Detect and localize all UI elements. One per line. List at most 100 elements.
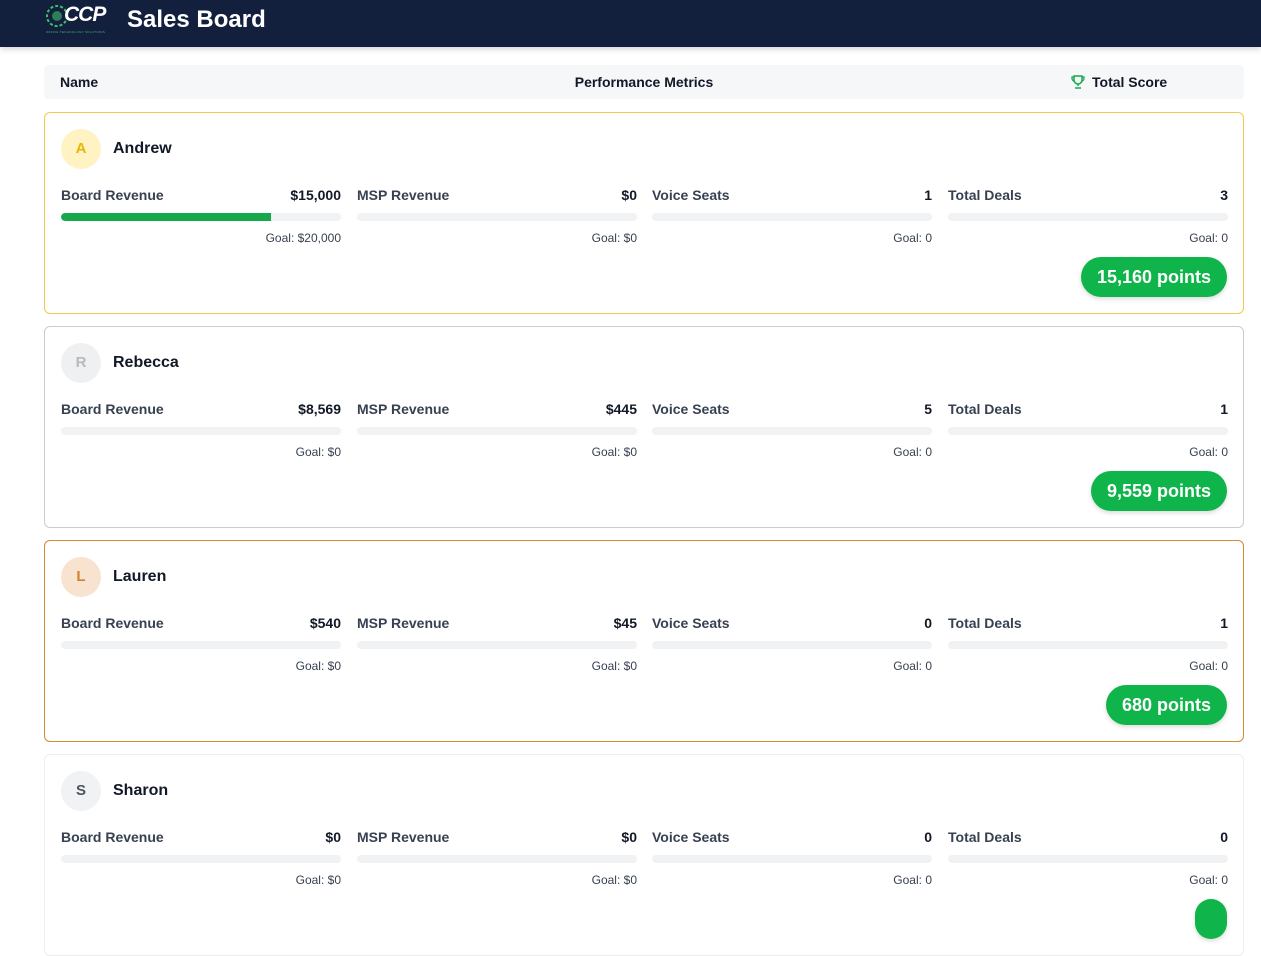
progress-bar	[652, 213, 932, 221]
metric-goal: Goal: $20,000	[265, 231, 341, 245]
metric-goal: Goal: 0	[893, 659, 932, 673]
rep-card[interactable]: R Rebecca Board Revenue $8,569 Goal: $0 MSP R…	[44, 326, 1244, 528]
points-badge: 15,160 points	[1080, 257, 1227, 297]
progress-bar	[652, 427, 932, 435]
top-navbar: CCP OFFICE TECHNOLOGY SOLUTIONS Sales Bo…	[0, 0, 1261, 47]
metric-value: 1	[1220, 401, 1228, 417]
metric-msp-revenue: MSP Revenue $445 Goal: $0	[357, 401, 637, 461]
metric-goal: Goal: $0	[295, 873, 341, 887]
points-badge: 680 points	[1105, 685, 1227, 725]
metric-goal: Goal: 0	[1189, 445, 1228, 459]
progress-bar	[357, 213, 637, 221]
metric-value: 3	[1220, 187, 1228, 203]
metric-goal: Goal: 0	[893, 445, 932, 459]
metric-voice-seats: Voice Seats 5 Goal: 0	[652, 401, 932, 461]
progress-bar	[357, 427, 637, 435]
progress-bar	[61, 427, 341, 435]
rep-name: Rebecca	[113, 354, 179, 371]
metric-board-revenue: Board Revenue $0 Goal: $0	[61, 829, 341, 889]
progress-bar	[61, 641, 341, 649]
metric-value: 1	[924, 187, 932, 203]
metric-label: Board Revenue	[61, 615, 164, 631]
metric-goal: Goal: 0	[1189, 659, 1228, 673]
avatar: S	[61, 771, 101, 811]
rep-card[interactable]: L Lauren Board Revenue $540 Goal: $0 MSP Reve…	[44, 540, 1244, 742]
metric-value: 5	[924, 401, 932, 417]
points-badge	[1195, 899, 1227, 939]
avatar: R	[61, 343, 101, 383]
progress-bar	[948, 855, 1228, 863]
avatar: A	[61, 129, 101, 169]
progress-bar	[357, 855, 637, 863]
metric-label: Voice Seats	[652, 187, 730, 203]
progress-bar	[652, 855, 932, 863]
metric-label: MSP Revenue	[357, 401, 450, 417]
rep-name: Andrew	[113, 140, 172, 157]
metric-goal: Goal: 0	[893, 873, 932, 887]
metric-value: $445	[605, 401, 637, 417]
metric-label: Voice Seats	[652, 829, 730, 845]
metric-value: $15,000	[290, 187, 341, 203]
metric-voice-seats: Voice Seats 1 Goal: 0	[652, 187, 932, 247]
progress-fill	[61, 213, 271, 221]
metric-label: Board Revenue	[61, 187, 164, 203]
progress-bar	[948, 427, 1228, 435]
progress-bar	[61, 213, 341, 221]
metric-label: Voice Seats	[652, 401, 730, 417]
metric-label: Total Deals	[948, 615, 1022, 631]
rep-name: Sharon	[113, 782, 169, 799]
metric-msp-revenue: MSP Revenue $0 Goal: $0	[357, 829, 637, 889]
metric-label: MSP Revenue	[357, 187, 450, 203]
ccp-logo[interactable]: CCP OFFICE TECHNOLOGY SOLUTIONS	[44, 3, 112, 35]
metric-goal: Goal: $0	[591, 231, 637, 245]
progress-bar	[948, 641, 1228, 649]
metric-total-deals: Total Deals 1 Goal: 0	[948, 401, 1228, 461]
metric-label: Total Deals	[948, 829, 1022, 845]
logo-subtext: OFFICE TECHNOLOGY SOLUTIONS	[46, 30, 105, 34]
page-title: Sales Board	[127, 6, 266, 33]
rep-name: Lauren	[113, 568, 167, 585]
metric-label: MSP Revenue	[357, 829, 450, 845]
metric-goal: Goal: 0	[1189, 873, 1228, 887]
metric-value: $45	[613, 615, 637, 631]
metric-goal: Goal: 0	[893, 231, 932, 245]
progress-bar	[357, 641, 637, 649]
score-header-label: Total Score	[1092, 74, 1168, 90]
metric-board-revenue: Board Revenue $540 Goal: $0	[61, 615, 341, 675]
metric-value: 1	[1220, 615, 1228, 631]
metric-total-deals: Total Deals 1 Goal: 0	[948, 615, 1228, 675]
column-header-metrics: Performance Metrics	[574, 74, 714, 90]
metric-total-deals: Total Deals 3 Goal: 0	[948, 187, 1228, 247]
progress-bar	[948, 213, 1228, 221]
metric-goal: Goal: $0	[591, 445, 637, 459]
avatar: L	[61, 557, 101, 597]
metric-value: $540	[309, 615, 341, 631]
metric-total-deals: Total Deals 0 Goal: 0	[948, 829, 1228, 889]
metric-label: MSP Revenue	[357, 615, 450, 631]
metric-value: 0	[924, 615, 932, 631]
metric-goal: Goal: $0	[591, 659, 637, 673]
metric-value: $0	[325, 829, 341, 845]
metric-value: $8,569	[298, 401, 341, 417]
metric-board-revenue: Board Revenue $8,569 Goal: $0	[61, 401, 341, 461]
metric-goal: Goal: 0	[1189, 231, 1228, 245]
rep-card[interactable]: S Sharon Board Revenue $0 Goal: $0 MSP Revenu…	[44, 754, 1244, 956]
metric-goal: Goal: $0	[295, 659, 341, 673]
leaderboard-header: Name Performance Metrics Total Score	[44, 65, 1244, 99]
metric-msp-revenue: MSP Revenue $45 Goal: $0	[357, 615, 637, 675]
metric-label: Voice Seats	[652, 615, 730, 631]
metric-value: $0	[621, 187, 637, 203]
metric-value: 0	[924, 829, 932, 845]
points-badge: 9,559 points	[1090, 471, 1227, 511]
metric-label: Total Deals	[948, 187, 1022, 203]
metric-board-revenue: Board Revenue $15,000 Goal: $20,000	[61, 187, 341, 247]
metric-voice-seats: Voice Seats 0 Goal: 0	[652, 829, 932, 889]
rep-card[interactable]: A Andrew Board Revenue $15,000 Goal: $20,000…	[44, 112, 1244, 314]
progress-bar	[61, 855, 341, 863]
progress-bar	[652, 641, 932, 649]
metric-msp-revenue: MSP Revenue $0 Goal: $0	[357, 187, 637, 247]
logo-text: CCP	[64, 3, 106, 26]
trophy-icon	[1071, 75, 1085, 89]
metric-goal: Goal: $0	[591, 873, 637, 887]
metric-label: Board Revenue	[61, 829, 164, 845]
